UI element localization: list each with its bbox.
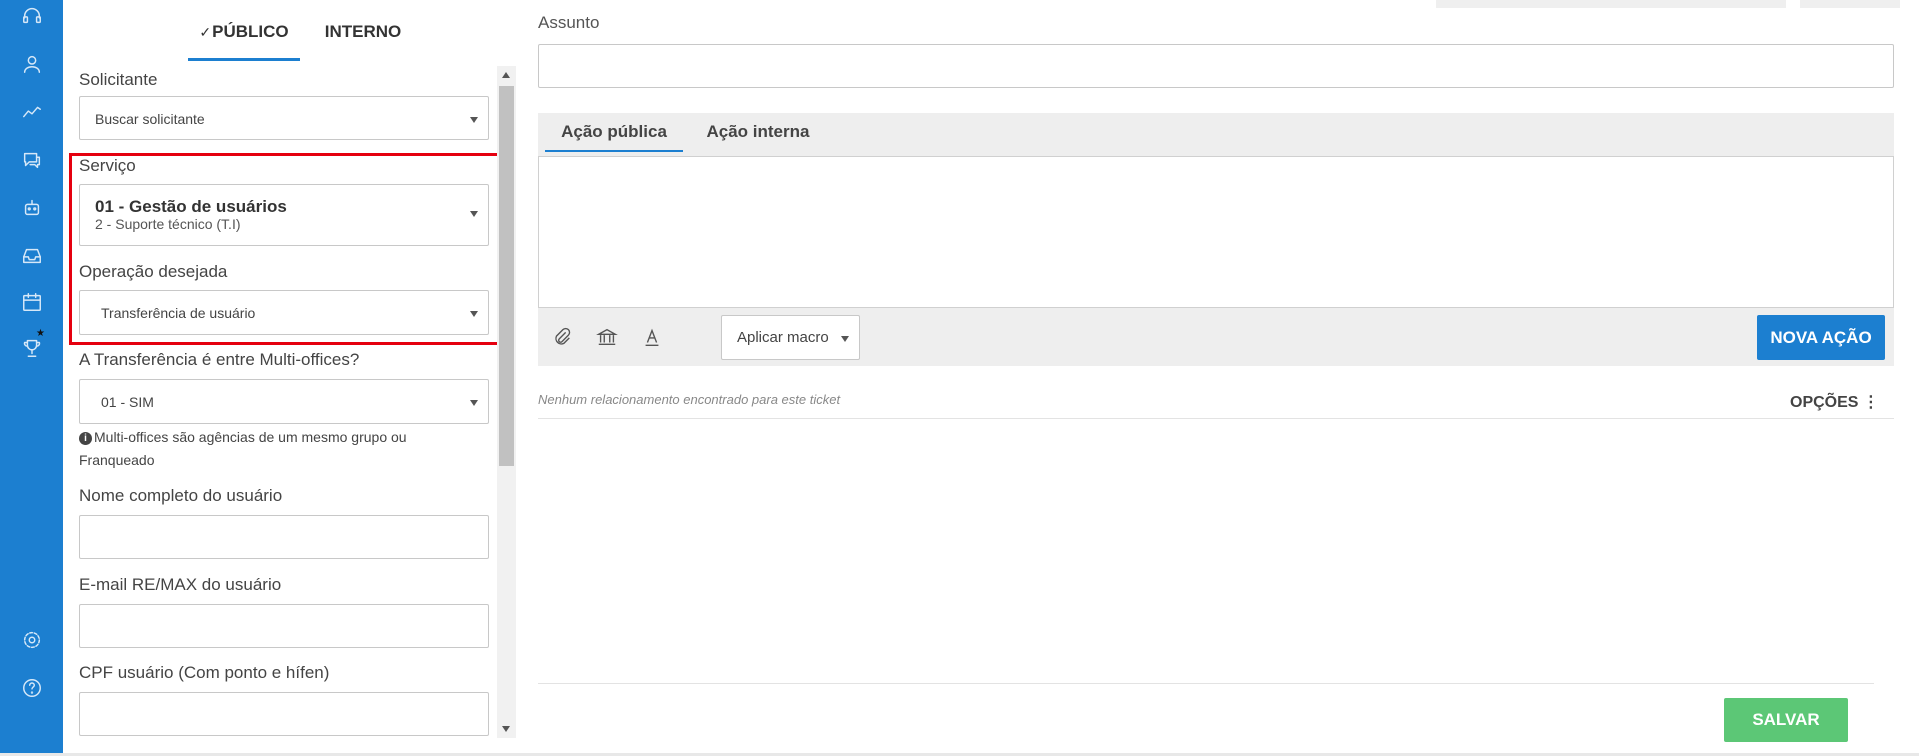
top-toolbar-stub — [1436, 0, 1786, 8]
nome-input[interactable] — [79, 515, 489, 559]
chevron-down-icon — [470, 211, 478, 217]
tab-public[interactable]: ✓PÚBLICO — [188, 22, 300, 61]
robot-icon[interactable] — [20, 196, 44, 220]
ticket-form-panel: ✓PÚBLICO INTERNO Solicitante Buscar soli… — [63, 0, 518, 756]
form-scrollbar[interactable] — [497, 66, 516, 738]
scroll-thumb[interactable] — [499, 86, 514, 466]
text-format-icon[interactable] — [641, 326, 663, 348]
solicitante-label: Solicitante — [79, 70, 158, 89]
divider — [538, 418, 1894, 419]
chart-line-icon[interactable] — [20, 100, 44, 124]
assunto-input[interactable] — [538, 44, 1894, 88]
bank-icon[interactable] — [596, 326, 618, 348]
scroll-down-icon[interactable] — [502, 726, 510, 732]
tab-public-label: PÚBLICO — [212, 22, 289, 41]
macro-select[interactable]: Aplicar macro — [721, 315, 860, 360]
cpf-input[interactable] — [79, 692, 489, 736]
multioffice-help: i Multi-offices são agências de um mesmo … — [79, 426, 479, 472]
top-toolbar-stub — [1800, 0, 1900, 8]
inbox-icon[interactable] — [20, 244, 44, 268]
chevron-down-icon — [470, 311, 478, 317]
divider — [538, 683, 1874, 684]
scroll-up-icon[interactable] — [502, 72, 510, 78]
operacao-select[interactable]: Transferência de usuário — [79, 290, 489, 335]
multioffice-help-text: Multi-offices são agências de um mesmo g… — [79, 429, 407, 468]
help-icon[interactable] — [20, 676, 44, 700]
email-label: E-mail RE/MAX do usuário — [79, 575, 282, 594]
options-menu-button[interactable]: OPÇÕES ⋮ — [1790, 392, 1879, 412]
servico-value: 01 - Gestão de usuários — [95, 197, 287, 216]
multioffice-value: 01 - SIM — [101, 394, 154, 410]
save-button[interactable]: SALVAR — [1724, 698, 1848, 742]
operacao-value: Transferência de usuário — [101, 305, 256, 321]
assunto-label: Assunto — [538, 13, 600, 32]
chat-icon[interactable] — [20, 148, 44, 172]
multioffice-label: A Transferência é entre Multi-offices? — [79, 350, 360, 369]
new-action-button[interactable]: NOVA AÇÃO — [1757, 315, 1885, 360]
tab-public-action[interactable]: Ação pública — [545, 119, 683, 152]
macro-label: Aplicar macro — [737, 329, 829, 346]
chevron-down-icon — [470, 117, 478, 123]
multioffice-select[interactable]: 01 - SIM — [79, 379, 489, 424]
solicitante-select[interactable]: Buscar solicitante — [79, 96, 489, 140]
servico-select[interactable]: 01 - Gestão de usuários 2 - Suporte técn… — [79, 184, 489, 246]
email-input[interactable] — [79, 604, 489, 648]
operacao-label: Operação desejada — [79, 262, 228, 281]
no-relationship-text: Nenhum relacionamento encontrado para es… — [538, 392, 841, 407]
servico-label: Serviço — [79, 156, 136, 175]
solicitante-value: Buscar solicitante — [95, 111, 205, 127]
headset-icon[interactable] — [20, 4, 44, 28]
star-badge-icon: ★ — [36, 328, 45, 339]
cpf-label: CPF usuário (Com ponto e hífen) — [79, 663, 330, 682]
trophy-icon[interactable] — [20, 336, 44, 360]
tab-internal-action[interactable]: Ação interna — [698, 119, 818, 150]
chevron-down-icon — [841, 336, 849, 342]
calendar-icon[interactable] — [20, 290, 44, 314]
nome-label: Nome completo do usuário — [79, 486, 283, 505]
paperclip-icon[interactable] — [551, 326, 573, 348]
chevron-down-icon — [470, 400, 478, 406]
tab-internal[interactable]: INTERNO — [318, 22, 408, 42]
settings-icon[interactable] — [20, 628, 44, 652]
ticket-action-panel: Assunto Ação pública Ação interna Aplica… — [518, 0, 1919, 756]
check-icon: ✓ — [199, 24, 212, 40]
sidebar: ★ — [0, 0, 63, 756]
action-text-area[interactable] — [538, 156, 1894, 308]
action-editor: Ação pública Ação interna Aplicar macro … — [538, 113, 1894, 366]
servico-subvalue: 2 - Suporte técnico (T.I) — [95, 216, 241, 232]
info-icon: i — [79, 432, 92, 445]
user-icon[interactable] — [20, 52, 44, 76]
